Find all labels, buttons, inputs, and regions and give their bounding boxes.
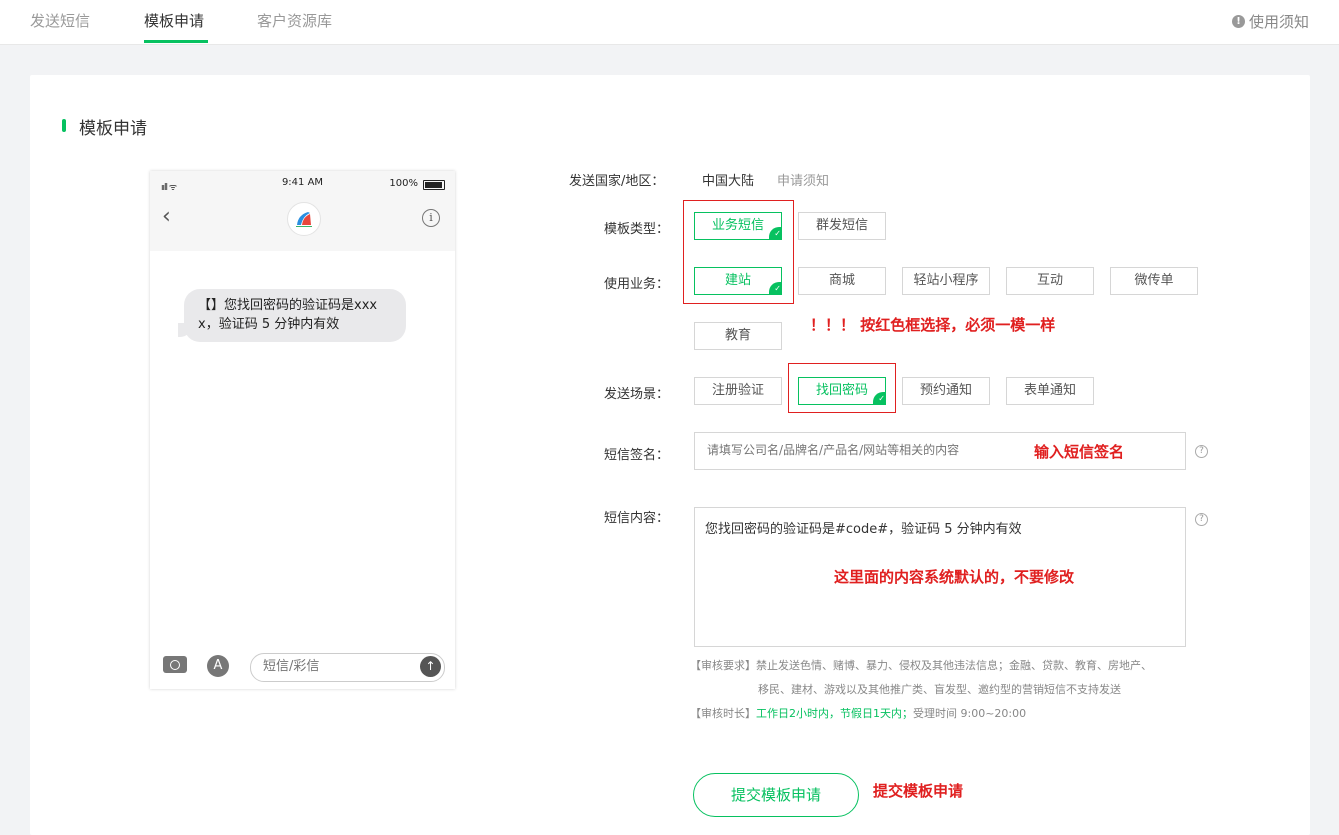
phone-header: ııll ᯤ 9:41 AM 100% ‹ i bbox=[150, 171, 455, 251]
red-annotation-box bbox=[788, 363, 896, 413]
review-duration-hours: 受理时间 9:00~20:00 bbox=[913, 707, 1027, 720]
scene-appointment[interactable]: 预约通知 bbox=[902, 377, 990, 405]
review-requirement-tag: 【审核要求】 bbox=[690, 659, 756, 672]
review-requirement-line2: 移民、建材、游戏以及其他推广类、盲发型、邀约型的营销短信不支持发送 bbox=[758, 683, 1121, 696]
option-label: 轻站小程序 bbox=[913, 273, 979, 288]
country-label: 发送国家/地区： bbox=[569, 174, 665, 189]
message-input[interactable] bbox=[261, 658, 415, 675]
annotation-submit: 提交模板申请 bbox=[873, 782, 964, 800]
review-requirement-text: 禁止发送色情、赌博、暴力、侵权及其他违法信息；金融、贷款、教育、房地产、 bbox=[756, 659, 1152, 672]
content-help-icon[interactable]: ? bbox=[1195, 513, 1208, 526]
usage-notice-link[interactable]: ! 使用须知 bbox=[1231, 11, 1309, 32]
tab-send-sms[interactable]: 发送短信 bbox=[30, 10, 90, 31]
review-duration: 【审核时长】工作日2小时内，节假日1天内；受理时间 9:00~20:00 bbox=[690, 705, 1026, 721]
sms-bubble: 【】您找回密码的验证码是xxxx，验证码 5 分钟内有效 bbox=[184, 289, 406, 342]
signature-input[interactable] bbox=[705, 442, 1019, 458]
option-label: 互动 bbox=[1036, 273, 1063, 288]
template-type-group[interactable]: 群发短信 bbox=[798, 212, 886, 240]
option-label: 表单通知 bbox=[1023, 383, 1076, 398]
scene-register[interactable]: 注册验证 bbox=[694, 377, 782, 405]
section-accent-bar bbox=[62, 119, 66, 132]
message-input-box[interactable]: ↑ bbox=[250, 653, 445, 682]
info-icon[interactable]: i bbox=[422, 209, 440, 227]
scene-form-notice[interactable]: 表单通知 bbox=[1006, 377, 1094, 405]
country-value: 中国大陆 bbox=[702, 174, 755, 189]
template-type-label: 模板类型： bbox=[604, 222, 670, 237]
tab-customer-library[interactable]: 客户资源库 bbox=[257, 10, 332, 31]
battery-percent: 100% bbox=[389, 178, 418, 189]
battery-icon bbox=[423, 180, 445, 190]
business-label: 使用业务： bbox=[604, 277, 670, 292]
annotation-content-default: 这里面的内容系统默认的，不要修改 bbox=[834, 568, 1075, 586]
sender-logo-icon bbox=[287, 202, 321, 236]
signature-help-icon[interactable]: ? bbox=[1195, 445, 1208, 458]
business-education[interactable]: 教育 bbox=[694, 322, 782, 350]
option-label: 注册验证 bbox=[711, 383, 764, 398]
top-nav: 发送短信 模板申请 客户资源库 ! 使用须知 bbox=[0, 0, 1339, 45]
option-label: 商城 bbox=[828, 273, 855, 288]
review-requirement-line1: 【审核要求】禁止发送色情、赌博、暴力、侵权及其他违法信息；金融、贷款、教育、房地… bbox=[690, 657, 1152, 673]
scene-label: 发送场景： bbox=[604, 387, 670, 402]
signature-label: 短信签名： bbox=[604, 448, 670, 463]
tab-template-apply[interactable]: 模板申请 bbox=[144, 10, 204, 31]
section-title: 模板申请 bbox=[79, 119, 147, 139]
business-interactive[interactable]: 互动 bbox=[1006, 267, 1094, 295]
option-label: 教育 bbox=[724, 328, 751, 343]
camera-icon[interactable] bbox=[163, 656, 187, 673]
option-label: 微传单 bbox=[1134, 273, 1174, 288]
phone-preview: ııll ᯤ 9:41 AM 100% ‹ i 【】您找回密码的验证码是xxxx… bbox=[150, 171, 455, 689]
review-duration-highlight: 工作日2小时内，节假日1天内； bbox=[756, 707, 913, 720]
exclamation-icon: ! bbox=[1231, 15, 1245, 28]
content-label: 短信内容： bbox=[604, 511, 670, 526]
annotation-select-red: ！！！ 按红色框选择，必须一模一样 bbox=[810, 316, 1056, 334]
review-duration-tag: 【审核时长】 bbox=[690, 707, 756, 720]
business-mall[interactable]: 商城 bbox=[798, 267, 886, 295]
red-annotation-box bbox=[683, 200, 794, 304]
business-mini-program[interactable]: 轻站小程序 bbox=[902, 267, 990, 295]
usage-notice-label: 使用须知 bbox=[1248, 13, 1309, 31]
send-arrow-icon[interactable]: ↑ bbox=[420, 656, 441, 677]
submit-template-button[interactable]: 提交模板申请 bbox=[693, 773, 859, 817]
active-tab-indicator bbox=[144, 40, 208, 43]
option-label: 群发短信 bbox=[815, 218, 868, 233]
annotation-enter-signature: 输入短信签名 bbox=[1034, 443, 1125, 461]
back-chevron-icon[interactable]: ‹ bbox=[162, 204, 171, 229]
apply-notice-link[interactable]: 申请须知 bbox=[777, 170, 829, 189]
appstore-icon[interactable]: A bbox=[207, 655, 229, 677]
business-flyer[interactable]: 微传单 bbox=[1110, 267, 1198, 295]
option-label: 预约通知 bbox=[919, 383, 972, 398]
